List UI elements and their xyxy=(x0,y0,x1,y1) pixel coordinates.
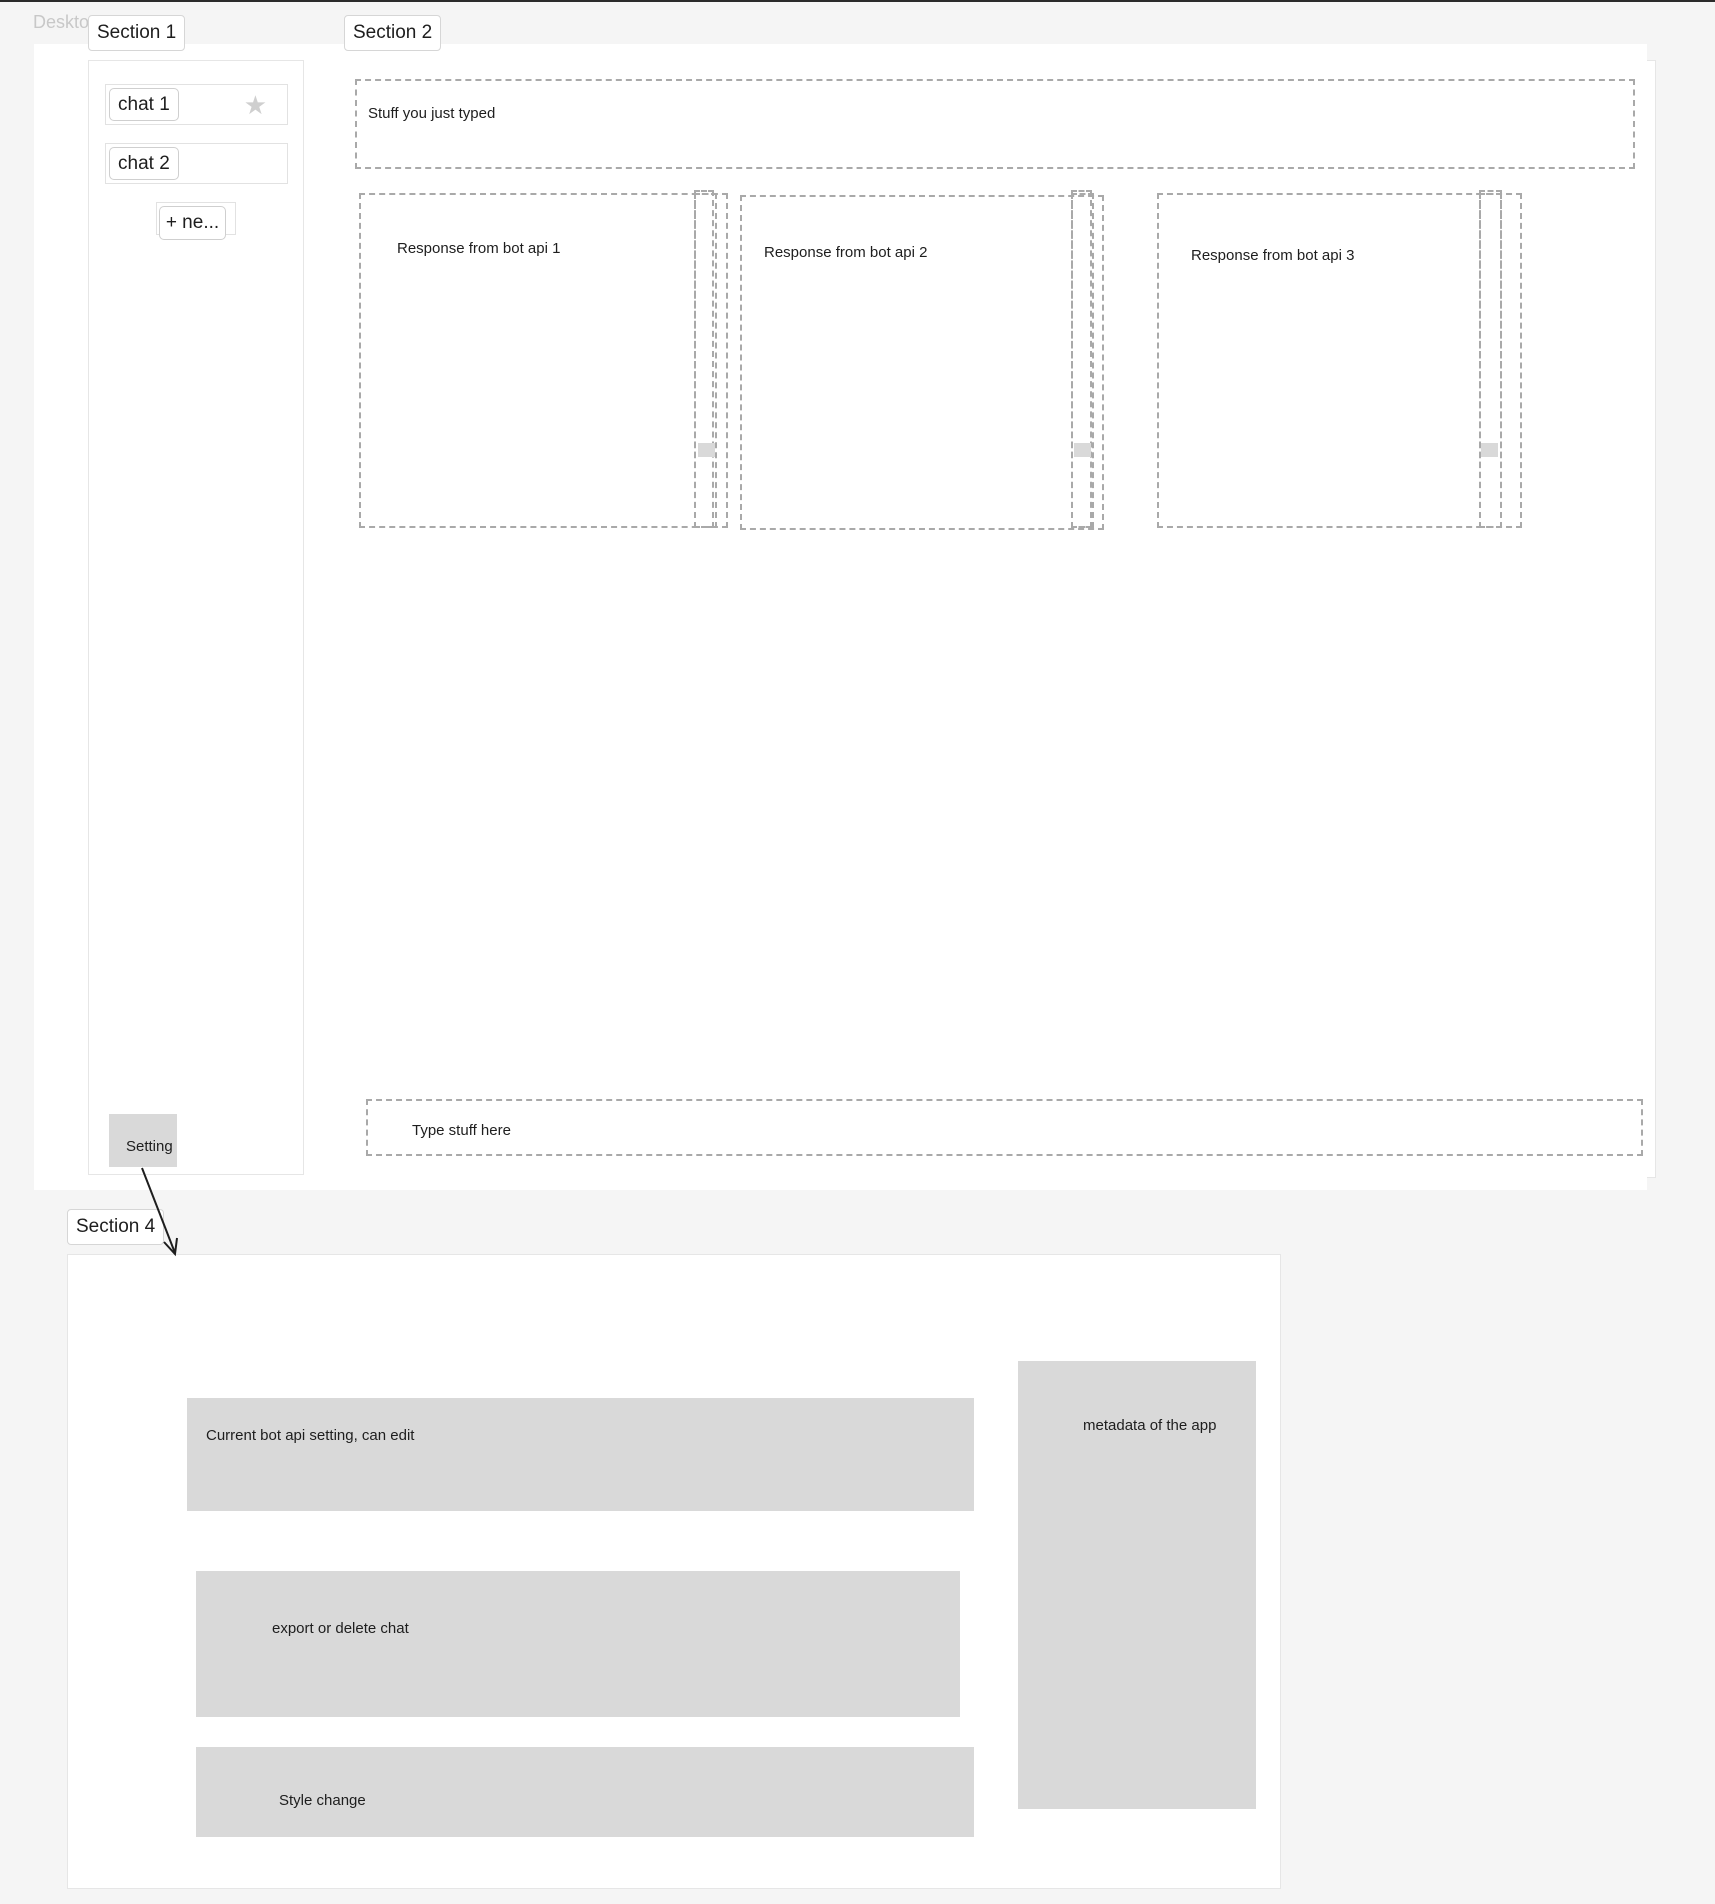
arrow-connector xyxy=(141,1167,178,1257)
